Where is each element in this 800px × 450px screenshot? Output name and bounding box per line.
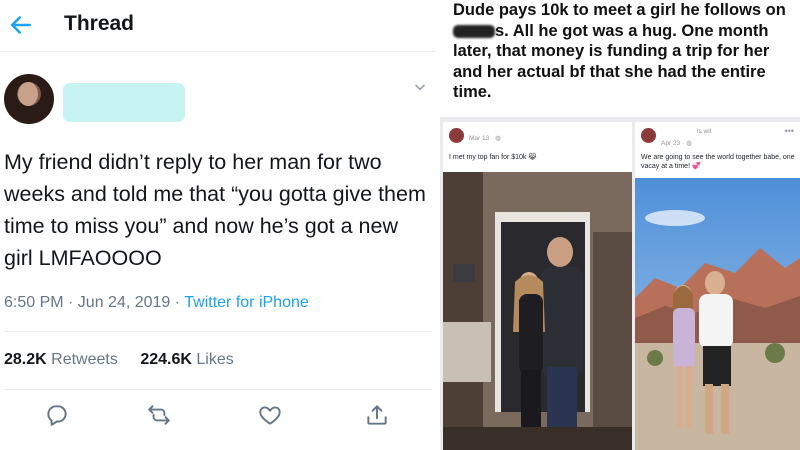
meme-caption-part1: Dude pays 10k to meet a girl he follows … xyxy=(453,1,786,19)
thread-header: Thread xyxy=(0,0,436,52)
fb-post-1: Mar 13 · ◍ I met my top fan for $10k 😹 xyxy=(443,122,632,450)
post-caption: We are going to see the world together b… xyxy=(641,154,795,170)
tweet-panel: Thread My friend didn’t reply to her man… xyxy=(0,0,436,450)
likes-stat[interactable]: 224.6K Likes xyxy=(140,351,233,369)
post-date: Apr 23 · ◍ xyxy=(661,140,692,147)
avatar[interactable] xyxy=(4,74,54,124)
share-icon[interactable] xyxy=(364,402,390,428)
meme-caption: Dude pays 10k to meet a girl he follows … xyxy=(453,0,798,103)
meme-caption-part2: s. All he got was a hug. One month later… xyxy=(453,21,770,102)
divider xyxy=(4,331,432,332)
redacted-username xyxy=(63,83,185,122)
couple-photo-2 xyxy=(635,178,800,450)
retweets-count: 28.2K xyxy=(4,351,47,368)
retweets-stat[interactable]: 28.2K Retweets xyxy=(4,351,118,369)
meme-panel: Dude pays 10k to meet a girl he follows … xyxy=(440,0,800,450)
chevron-down-icon[interactable] xyxy=(413,80,427,94)
post-date: Mar 13 · ◍ xyxy=(469,135,501,142)
likes-count: 224.6K xyxy=(140,351,192,368)
retweet-icon[interactable] xyxy=(146,402,172,428)
like-icon[interactable] xyxy=(257,402,283,428)
censored-word xyxy=(453,24,495,38)
thread-title: Thread xyxy=(64,12,135,35)
post-caption: I met my top fan for $10k 😹 xyxy=(449,154,537,161)
couple-photo-1 xyxy=(443,172,632,450)
post-avatar xyxy=(641,128,656,143)
divider xyxy=(4,389,432,390)
tweet-text: My friend didn’t reply to her man for tw… xyxy=(4,150,426,270)
tweet-stats: 28.2K Retweets 224.6K Likes xyxy=(4,351,252,369)
facebook-posts: Mar 13 · ◍ I met my top fan for $10k 😹 •… xyxy=(440,117,800,450)
fb-post-2: ••• is wit Apr 23 · ◍ We are going to se… xyxy=(635,122,800,450)
globe-icon: ◍ xyxy=(495,135,501,142)
tweet-timestamp: 6:50 PM · Jun 24, 2019 · xyxy=(4,294,185,311)
likes-label: Likes xyxy=(196,351,234,368)
tweet-source-link[interactable]: Twitter for iPhone xyxy=(184,294,309,311)
globe-icon: ◍ xyxy=(685,140,692,147)
more-options-icon[interactable]: ••• xyxy=(785,126,794,136)
reply-icon[interactable] xyxy=(44,402,70,428)
back-arrow-icon[interactable] xyxy=(6,10,36,40)
tweet-meta: 6:50 PM · Jun 24, 2019 · Twitter for iPh… xyxy=(4,294,309,312)
post-avatar xyxy=(449,128,464,143)
retweets-label: Retweets xyxy=(51,351,118,368)
tweet-actions xyxy=(0,398,436,438)
post-with-tag: is wit xyxy=(697,128,712,135)
